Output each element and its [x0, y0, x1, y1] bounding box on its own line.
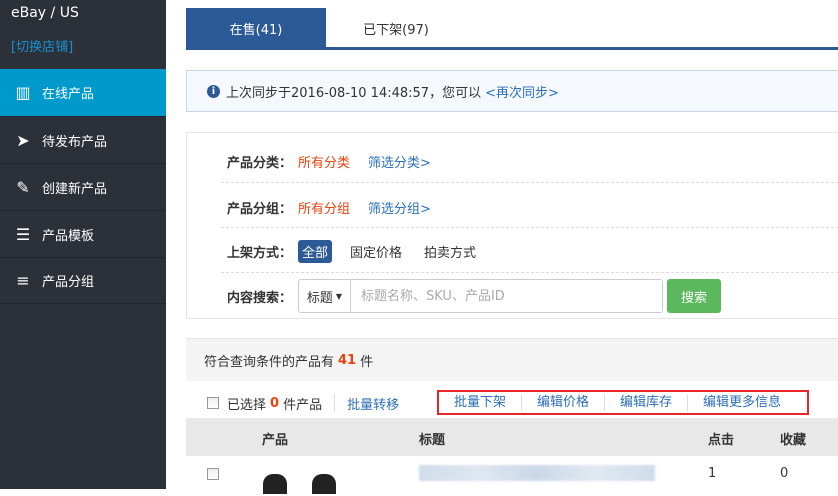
tab-on-sale[interactable]: 在售(41) [186, 8, 326, 48]
sidebar-item-groups[interactable]: ≡ 产品分组 [0, 257, 166, 304]
listing-option-all[interactable]: 全部 [298, 239, 333, 263]
search-button[interactable]: 搜索 [667, 279, 721, 313]
bars-icon: ≡ [16, 271, 30, 290]
selected-prefix: 已选择 [227, 397, 267, 413]
sidebar-item-label: 产品模板 [42, 228, 95, 244]
tab-bar: 在售(41) 已下架(97) [186, 8, 838, 50]
result-count: 符合查询条件的产品有 41 件 [186, 338, 838, 381]
switch-store-link[interactable]: [切换店铺] [11, 36, 73, 55]
edit-more-info-button[interactable]: 编辑更多信息 [688, 395, 796, 411]
select-all-checkbox[interactable] [207, 397, 219, 409]
sidebar-item-label: 在线产品 [42, 87, 95, 102]
sidebar-item-create-product[interactable]: ✎ 创建新产品 [0, 163, 166, 210]
tab-delisted[interactable]: 已下架(97) [326, 8, 466, 48]
divider [334, 394, 336, 412]
sidebar-item-pending-products[interactable]: ➤ 待发布产品 [0, 116, 166, 163]
search-group: 标题 ▼ [298, 279, 663, 313]
header-favorites[interactable]: 收藏 [780, 429, 806, 448]
sidebar-item-label: 待发布产品 [42, 134, 108, 150]
bulk-toolbar: 已选择 0 件产品 批量转移 批量下架 编辑价格 编辑库存 编辑更多信息 [186, 388, 838, 418]
filter-category-link[interactable]: 筛选分类> [368, 152, 431, 171]
list-icon: ☰ [15, 224, 31, 244]
store-name: eBay / US [11, 5, 79, 21]
listing-type-label: 上架方式： [227, 245, 293, 261]
selected-suffix: 件产品 [283, 397, 323, 413]
count-value: 41 [338, 352, 357, 368]
category-label: 产品分类： [227, 155, 293, 171]
info-icon: i [207, 84, 220, 98]
divider [221, 227, 838, 228]
product-thumbnail[interactable] [263, 474, 287, 494]
row-clicks: 1 [708, 466, 717, 481]
sync-info-banner: i 上次同步于2016-08-10 14:48:57，您可以 <再次同步> [186, 70, 838, 112]
search-field-dropdown[interactable]: 标题 ▼ [299, 280, 351, 312]
header-clicks[interactable]: 点击 [708, 429, 734, 448]
divider [221, 272, 838, 273]
sidebar: eBay / US [切换店铺] ▥ 在线产品 ➤ 待发布产品 ✎ 创建新产品 ☰ 产品… [0, 0, 166, 489]
filter-group-link[interactable]: 筛选分组> [368, 198, 431, 217]
row-favorites: 0 [780, 466, 789, 481]
highlighted-actions: 批量下架 编辑价格 编辑库存 编辑更多信息 [437, 390, 809, 415]
search-field-value: 标题 [306, 290, 333, 306]
batch-delist-button[interactable]: 批量下架 [439, 394, 523, 411]
filter-panel: 产品分类： 所有分类 筛选分类> 产品分组： 所有分组 筛选分组> 上架方式： 全部 固定价… [186, 132, 838, 319]
barcode-icon: ▥ [15, 83, 31, 102]
edit-price-button[interactable]: 编辑价格 [522, 394, 606, 411]
sidebar-item-templates[interactable]: ☰ 产品模板 [0, 210, 166, 257]
count-suffix: 件 [360, 354, 374, 370]
row-checkbox[interactable] [207, 468, 219, 480]
pencil-icon: ✎ [16, 177, 30, 197]
header-product: 产品 [262, 433, 289, 448]
search-input[interactable] [351, 280, 662, 312]
selected-count: 0 [270, 395, 280, 411]
sidebar-item-label: 创建新产品 [42, 181, 108, 197]
table-row: 1 0 [186, 456, 838, 496]
edit-stock-button[interactable]: 编辑库存 [605, 394, 689, 411]
header-title: 标题 [419, 433, 446, 448]
listing-option-fixed-price[interactable]: 固定价格 [350, 242, 402, 261]
product-thumbnail[interactable] [312, 474, 336, 494]
sync-info-text: 上次同步于2016-08-10 14:48:57，您可以 [226, 85, 482, 101]
sidebar-item-label: 产品分组 [42, 275, 95, 290]
batch-transfer-button[interactable]: 批量转移 [347, 394, 399, 413]
group-label: 产品分组： [227, 201, 293, 217]
caret-down-icon: ▼ [335, 291, 343, 301]
sidebar-item-online-products[interactable]: ▥ 在线产品 [0, 69, 166, 116]
resync-link[interactable]: <再次同步> [485, 82, 559, 101]
paper-plane-icon: ➤ [16, 130, 30, 150]
table-header: 产品 标题 点击 收藏 [186, 418, 838, 456]
listing-option-auction[interactable]: 拍卖方式 [424, 242, 476, 261]
category-value: 所有分类 [298, 155, 351, 171]
count-prefix: 符合查询条件的产品有 [204, 354, 335, 370]
search-label: 内容搜索： [227, 290, 293, 306]
product-title-link[interactable] [419, 465, 655, 481]
group-value: 所有分组 [298, 201, 351, 217]
divider [221, 182, 838, 183]
